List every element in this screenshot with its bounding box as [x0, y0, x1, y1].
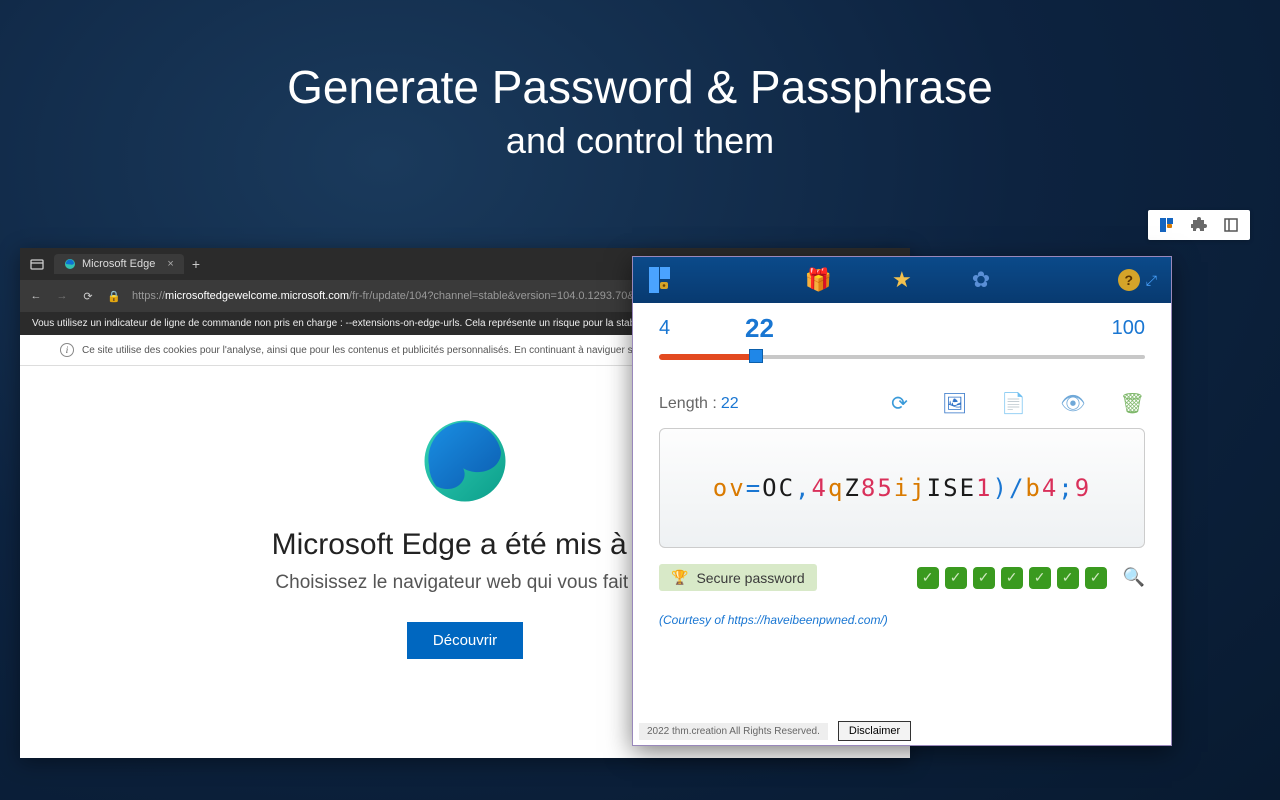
inspect-icon[interactable]: 🔍	[1123, 567, 1145, 588]
edge-favicon-icon	[64, 258, 76, 270]
nav-refresh-icon[interactable]: ⟳	[80, 290, 96, 303]
strength-box: ✓	[1085, 567, 1107, 589]
length-slider[interactable]: 4 22 100	[659, 317, 1145, 357]
strength-box: ✓	[1057, 567, 1079, 589]
strength-box: ✓	[1029, 567, 1051, 589]
trophy-icon: 🏆	[671, 569, 688, 586]
extension-logo-icon[interactable]	[1158, 216, 1176, 234]
sidebar-toggle-icon[interactable]	[1222, 216, 1240, 234]
lock-icon[interactable]: 🔒	[106, 290, 122, 303]
expand-icon[interactable]: ⤢	[1146, 272, 1157, 289]
tab-title: Microsoft Edge	[82, 258, 155, 270]
slider-fill	[659, 354, 755, 360]
nav-forward-icon[interactable]: →	[54, 290, 70, 302]
star-icon[interactable]: ★	[892, 267, 912, 293]
hero-banner: Generate Password & Passphrase and contr…	[0, 60, 1280, 162]
copy-icon[interactable]: 📄	[1001, 391, 1026, 416]
slider-max-label: 100	[1112, 317, 1145, 340]
hero-title: Generate Password & Passphrase	[0, 60, 1280, 114]
popup-header: 🎁 ★ ✿ ? ⤢	[633, 257, 1171, 303]
strength-indicator: ✓ ✓ ✓ ✓ ✓ ✓ ✓	[917, 567, 1107, 589]
extension-popup: 🎁 ★ ✿ ? ⤢ 4 22 100 Length : 22 ⟳ 🖼 📄 👁	[632, 256, 1172, 746]
regenerate-icon[interactable]: ⟳	[891, 391, 908, 416]
strength-box: ✓	[973, 567, 995, 589]
paste-special-icon[interactable]: 🖼	[942, 391, 967, 416]
tab-actions-icon[interactable]	[26, 253, 48, 275]
length-label: Length :	[659, 395, 717, 413]
slider-value-label: 22	[745, 313, 774, 344]
copyright-text: 2022 thm.creation All Rights Reserved.	[639, 723, 828, 740]
new-tab-button[interactable]: +	[192, 256, 200, 272]
edge-logo-icon	[420, 416, 510, 506]
tab-close-icon[interactable]: ×	[167, 258, 173, 270]
cookie-notice-text: Ce site utilise des cookies pour l'analy…	[82, 345, 718, 356]
visibility-icon[interactable]: 👁	[1060, 391, 1085, 416]
length-value: 22	[721, 395, 739, 413]
disclaimer-button[interactable]: Disclaimer	[838, 721, 911, 741]
slider-min-label: 4	[659, 317, 670, 340]
slider-thumb[interactable]	[749, 349, 763, 363]
nav-back-icon[interactable]: ←	[28, 290, 44, 302]
browser-toolbar-actions	[1148, 210, 1250, 240]
browser-tab[interactable]: Microsoft Edge ×	[54, 254, 184, 274]
info-icon: i	[60, 343, 74, 357]
strength-box: ✓	[917, 567, 939, 589]
extensions-puzzle-icon[interactable]	[1190, 216, 1208, 234]
settings-gear-icon[interactable]: ✿	[972, 267, 990, 293]
help-icon[interactable]: ?	[1118, 269, 1140, 291]
strength-box: ✓	[1001, 567, 1023, 589]
courtesy-link[interactable]: (Courtesy of https://haveibeenpwned.com/…	[659, 613, 1145, 627]
strength-box: ✓	[945, 567, 967, 589]
discover-button[interactable]: Découvrir	[407, 622, 523, 659]
strength-label: Secure password	[696, 570, 804, 586]
password-output[interactable]: ov=OC,4qZ85ijISE1)/b4;9	[659, 428, 1145, 548]
strength-badge: 🏆 Secure password	[659, 564, 817, 591]
popup-logo-icon[interactable]	[647, 265, 677, 295]
hero-subtitle: and control them	[0, 120, 1280, 162]
delete-icon[interactable]: 🗑	[1120, 391, 1145, 416]
gift-icon[interactable]: 🎁	[805, 267, 832, 293]
